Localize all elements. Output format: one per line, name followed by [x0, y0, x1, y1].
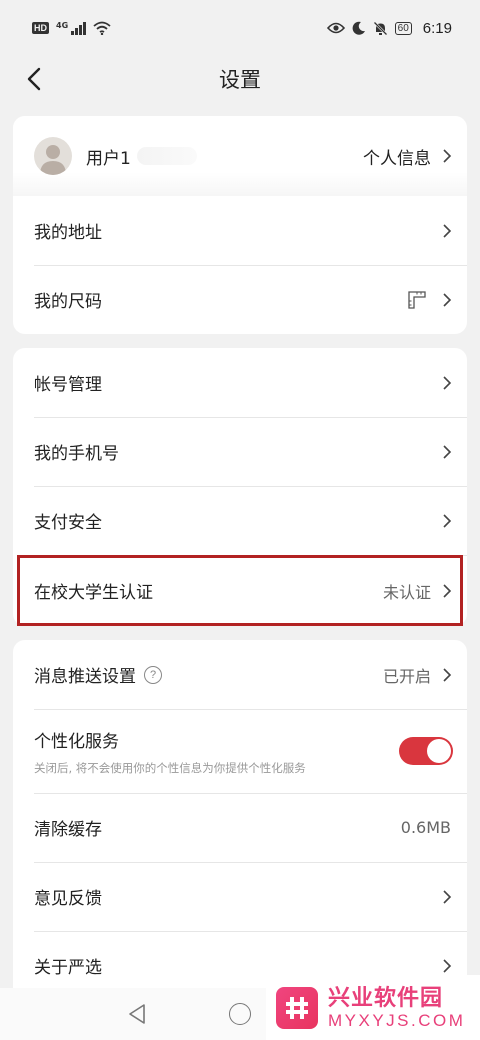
- push-status: 已开启: [382, 666, 431, 686]
- chevron-right-icon: [443, 149, 452, 163]
- status-left: HD 4G: [32, 21, 111, 35]
- personalization-label: 个性化服务: [34, 731, 119, 752]
- clear-cache-label: 清除缓存: [34, 820, 102, 840]
- wifi-icon: [93, 21, 111, 35]
- watermark-cn: 兴业软件园: [328, 985, 444, 1011]
- signal-icon: [71, 21, 86, 35]
- chevron-right-icon: [443, 444, 452, 459]
- watermark: 兴业软件园 MYXYJS.COM: [266, 975, 480, 1040]
- chevron-right-icon: [443, 223, 452, 238]
- clock: 6:19: [422, 19, 452, 37]
- student-verify-row[interactable]: 在校大学生认证 未认证: [13, 556, 467, 625]
- watermark-text: 兴业软件园 MYXYJS.COM: [328, 986, 465, 1030]
- account-label: 帐号管理: [34, 375, 102, 395]
- clear-cache-row[interactable]: 清除缓存 0.6MB: [13, 793, 467, 862]
- payment-row[interactable]: 支付安全: [13, 486, 467, 555]
- student-verify-label: 在校大学生认证: [34, 583, 153, 603]
- push-settings-row[interactable]: 消息推送设置 ? 已开启: [13, 640, 467, 709]
- chevron-right-icon: [443, 667, 452, 682]
- personalization-desc: 关闭后, 将不会使用你的个性信息为你提供个性化服务: [34, 760, 306, 775]
- student-verify-status: 未认证: [382, 582, 431, 602]
- status-bar: HD 4G 60 6:19: [0, 0, 480, 56]
- profile-row[interactable]: 用户1 个人信息: [13, 116, 467, 196]
- status-right: 60 6:19: [326, 19, 452, 37]
- phone-row[interactable]: 我的手机号: [13, 417, 467, 486]
- chevron-right-icon: [443, 375, 452, 390]
- personalization-toggle[interactable]: [399, 737, 453, 765]
- about-label: 关于严选: [34, 958, 102, 978]
- blurred-name: [136, 147, 197, 165]
- profile-card: 用户1 个人信息 我的地址 我的尺码: [13, 116, 467, 334]
- toggle-knob: [427, 739, 451, 763]
- back-arrow-icon[interactable]: [20, 64, 50, 94]
- eye-icon: [326, 22, 345, 34]
- username: 用户1: [86, 148, 131, 169]
- bell-mute-icon: [372, 20, 388, 36]
- battery-icon: 60: [394, 21, 412, 35]
- size-label: 我的尺码: [34, 292, 102, 312]
- address-label: 我的地址: [34, 223, 102, 243]
- nav-back-icon[interactable]: [126, 1002, 148, 1026]
- hd-badge: HD: [32, 22, 49, 34]
- help-icon[interactable]: ?: [144, 665, 162, 684]
- phone-label: 我的手机号: [34, 444, 119, 464]
- chevron-right-icon: [443, 958, 452, 973]
- network-type: 4G: [56, 21, 69, 30]
- moon-icon: [352, 21, 365, 35]
- chevron-right-icon: [443, 513, 452, 528]
- page-title: 设置: [219, 68, 261, 92]
- settings-card: 消息推送设置 ? 已开启 个性化服务 关闭后, 将不会使用你的个性信息为你提供个…: [13, 640, 467, 1000]
- personal-info-label: 个人信息: [363, 148, 431, 169]
- chevron-right-icon: [443, 292, 452, 307]
- account-row[interactable]: 帐号管理: [13, 348, 467, 417]
- title-bar: 设置: [0, 56, 480, 102]
- chevron-right-icon: [443, 889, 452, 904]
- avatar: [34, 137, 72, 175]
- payment-label: 支付安全: [34, 513, 102, 533]
- feedback-label: 意见反馈: [34, 889, 102, 909]
- personalization-text: 个性化服务 关闭后, 将不会使用你的个性信息为你提供个性化服务: [34, 727, 306, 776]
- cache-size: 0.6MB: [400, 818, 451, 837]
- ruler-icon: [408, 290, 426, 309]
- personalization-row: 个性化服务 关闭后, 将不会使用你的个性信息为你提供个性化服务: [13, 709, 467, 793]
- push-settings-label: 消息推送设置: [34, 667, 136, 687]
- chevron-right-icon: [443, 583, 452, 598]
- size-row[interactable]: 我的尺码: [13, 265, 467, 334]
- watermark-logo-icon: [276, 986, 318, 1029]
- watermark-en: MYXYJS.COM: [328, 1010, 466, 1030]
- address-row[interactable]: 我的地址: [13, 196, 467, 265]
- account-card: 帐号管理 我的手机号 支付安全 在校大学生认证 未认证: [13, 348, 467, 626]
- feedback-row[interactable]: 意见反馈: [13, 862, 467, 931]
- nav-home-icon[interactable]: [229, 1003, 251, 1025]
